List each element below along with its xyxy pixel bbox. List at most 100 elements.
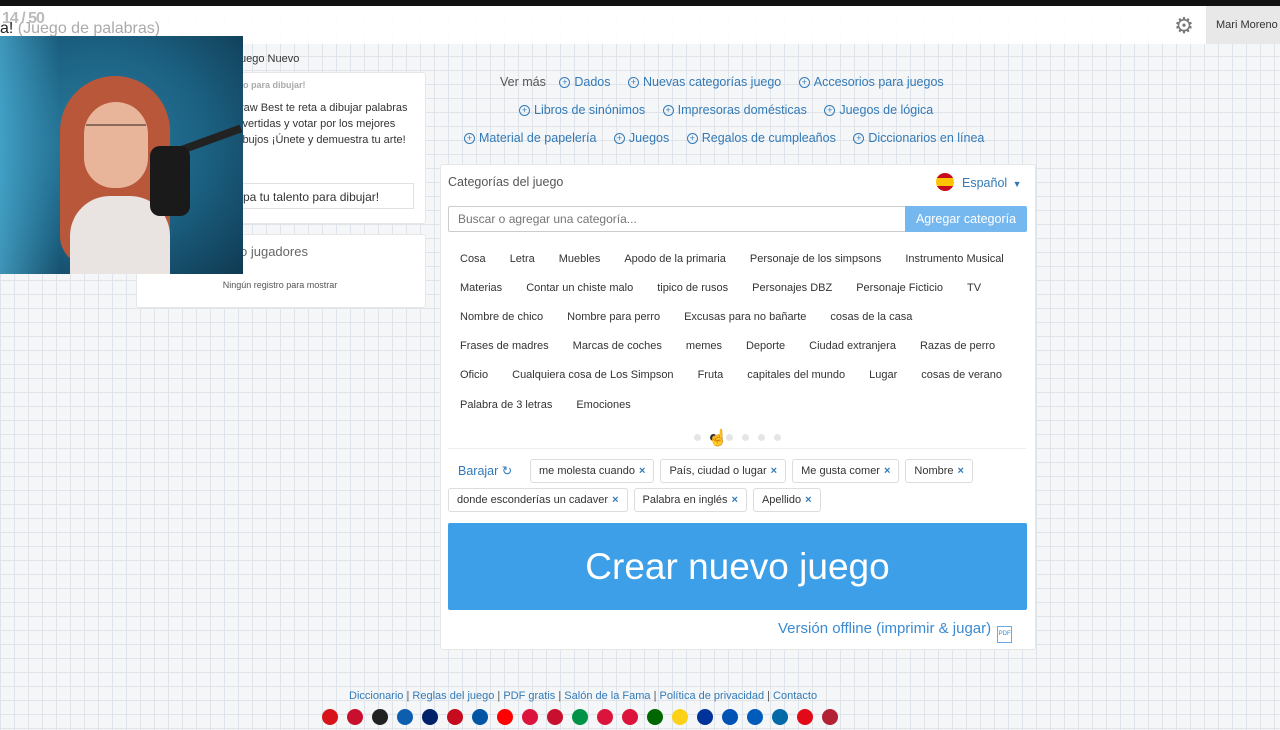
language-flag-icon[interactable] [722, 709, 738, 725]
language-flag-icon[interactable] [697, 709, 713, 725]
category-chip[interactable]: Instrumento Musical [893, 248, 1015, 270]
see-more-link[interactable]: + Impresoras domésticas [662, 103, 807, 117]
selected-category-tag[interactable]: Nombre × [905, 459, 973, 483]
round-counter: 14 / 50 [2, 10, 45, 27]
language-flag-icon[interactable] [522, 709, 538, 725]
category-chip[interactable]: Letra [498, 248, 547, 270]
create-new-game-button[interactable]: Crear nuevo juego [448, 523, 1027, 610]
language-flag-icon[interactable] [347, 709, 363, 725]
selected-category-tag[interactable]: donde esconderías un cadaver × [448, 488, 628, 512]
remove-x-icon[interactable]: × [732, 494, 738, 506]
language-flag-icon[interactable] [397, 709, 413, 725]
language-flag-icon[interactable] [797, 709, 813, 725]
language-flag-icon[interactable] [447, 709, 463, 725]
see-more-link[interactable]: + Juegos [613, 131, 669, 145]
shuffle-button[interactable]: Barajar ↻ [458, 463, 512, 478]
category-chip[interactable]: Fruta [686, 364, 736, 386]
footer-link[interactable]: Contacto [773, 690, 817, 702]
category-chip[interactable]: Nombre de chico [448, 306, 555, 328]
see-more-link[interactable]: + Accesorios para juegos [798, 75, 944, 89]
see-more-link[interactable]: + Dados [559, 75, 610, 89]
category-chip[interactable]: Muebles [547, 248, 613, 270]
category-chip[interactable]: capitales del mundo [735, 364, 857, 386]
category-chip[interactable]: TV [955, 277, 993, 299]
category-chip[interactable]: Apodo de la primaria [612, 248, 738, 270]
see-more-link[interactable]: + Material de papelería [464, 131, 596, 145]
category-search-input[interactable] [448, 206, 906, 232]
remove-x-icon[interactable]: × [884, 465, 890, 477]
language-flag-icon[interactable] [547, 709, 563, 725]
see-more-link[interactable]: + Nuevas categorías juego [627, 75, 781, 89]
footer-link[interactable]: Reglas del juego [412, 690, 494, 702]
language-flag-icon[interactable] [622, 709, 638, 725]
category-chip[interactable]: Ciudad extranjera [797, 335, 908, 357]
category-chip[interactable]: memes [674, 335, 734, 357]
category-chip[interactable]: Oficio [448, 364, 500, 386]
page-dot[interactable] [694, 434, 701, 441]
category-chip[interactable]: Personaje Ficticio [844, 277, 955, 299]
selected-category-tag[interactable]: me molesta cuando × [530, 459, 655, 483]
see-more-link[interactable]: + Diccionarios en línea [853, 131, 984, 145]
footer-link[interactable]: Diccionario [349, 690, 403, 702]
language-flag-icon[interactable] [472, 709, 488, 725]
user-menu[interactable]: Mari Moreno [1206, 6, 1280, 44]
language-dropdown[interactable]: Español ▼ [936, 173, 1022, 191]
new-game-label[interactable]: uego Nuevo [240, 53, 299, 65]
language-flag-icon[interactable] [647, 709, 663, 725]
see-more-link[interactable]: + Juegos de lógica [824, 103, 933, 117]
footer-link[interactable]: Política de privacidad [660, 690, 765, 702]
category-chip[interactable]: Cosa [448, 248, 498, 270]
category-chip[interactable]: Lugar [857, 364, 909, 386]
category-chip[interactable]: cosas de la casa [818, 306, 924, 328]
language-flag-icon[interactable] [497, 709, 513, 725]
remove-x-icon[interactable]: × [805, 494, 811, 506]
plus-circle-icon: + [613, 133, 625, 144]
language-flag-icon[interactable] [822, 709, 838, 725]
selected-category-tag[interactable]: País, ciudad o lugar × [660, 459, 787, 483]
remove-x-icon[interactable]: × [639, 465, 645, 477]
language-flag-icon[interactable] [747, 709, 763, 725]
category-chip[interactable]: Contar un chiste malo [514, 277, 645, 299]
category-chip[interactable]: Personajes DBZ [740, 277, 844, 299]
selected-category-tag[interactable]: Me gusta comer × [792, 459, 900, 483]
remove-x-icon[interactable]: × [958, 465, 964, 477]
page-dot[interactable] [742, 434, 749, 441]
language-flag-icon[interactable] [772, 709, 788, 725]
language-flag-icon[interactable] [672, 709, 688, 725]
category-chip[interactable]: Excusas para no bañarte [672, 306, 818, 328]
language-flag-icon[interactable] [322, 709, 338, 725]
category-chip[interactable]: Razas de perro [908, 335, 1007, 357]
draw-talent-button[interactable]: pa tu talento para dibujar! [234, 183, 414, 209]
category-chip[interactable]: Personaje de los simpsons [738, 248, 893, 270]
remove-x-icon[interactable]: × [771, 465, 777, 477]
category-chip[interactable]: Cualquiera cosa de Los Simpson [500, 364, 685, 386]
category-row: Oficio Cualquiera cosa de Los Simpson Frut… [448, 364, 1014, 386]
page-dot[interactable] [774, 434, 781, 441]
category-chip[interactable]: Palabra de 3 letras [448, 394, 564, 416]
category-chip[interactable]: Nombre para perro [555, 306, 672, 328]
category-chip[interactable]: Deporte [734, 335, 797, 357]
footer-link[interactable]: Salón de la Fama [564, 690, 650, 702]
gear-icon[interactable]: ⚙ [1172, 14, 1196, 38]
language-flag-icon[interactable] [597, 709, 613, 725]
language-flag-icon[interactable] [372, 709, 388, 725]
footer-link[interactable]: PDF gratis [503, 690, 555, 702]
remove-x-icon[interactable]: × [612, 494, 618, 506]
category-chip[interactable]: Marcas de coches [561, 335, 674, 357]
language-flag-icon[interactable] [572, 709, 588, 725]
see-more-link[interactable]: + Libros de sinónimos [519, 103, 645, 117]
selected-category-tag[interactable]: Apellido × [752, 488, 821, 512]
see-more-link[interactable]: + Regalos de cumpleaños [686, 131, 836, 145]
category-chip[interactable]: Frases de madres [448, 335, 561, 357]
offline-version-link[interactable]: Versión offline (imprimir & jugar) PDF [778, 620, 1013, 643]
selected-category-tag[interactable]: Palabra en inglés × [633, 488, 747, 512]
category-chip[interactable]: Materias [448, 277, 514, 299]
category-chip[interactable]: tipico de rusos [645, 277, 740, 299]
language-flag-icon[interactable] [422, 709, 438, 725]
microphone [150, 146, 190, 216]
page-dot[interactable] [758, 434, 765, 441]
see-more-row-2: + Libros de sinónimos + Impresoras domésti… [519, 103, 947, 117]
category-chip[interactable]: cosas de verano [909, 364, 1014, 386]
category-chip[interactable]: Emociones [564, 394, 642, 416]
add-category-button[interactable]: Agregar categoría [905, 206, 1027, 232]
